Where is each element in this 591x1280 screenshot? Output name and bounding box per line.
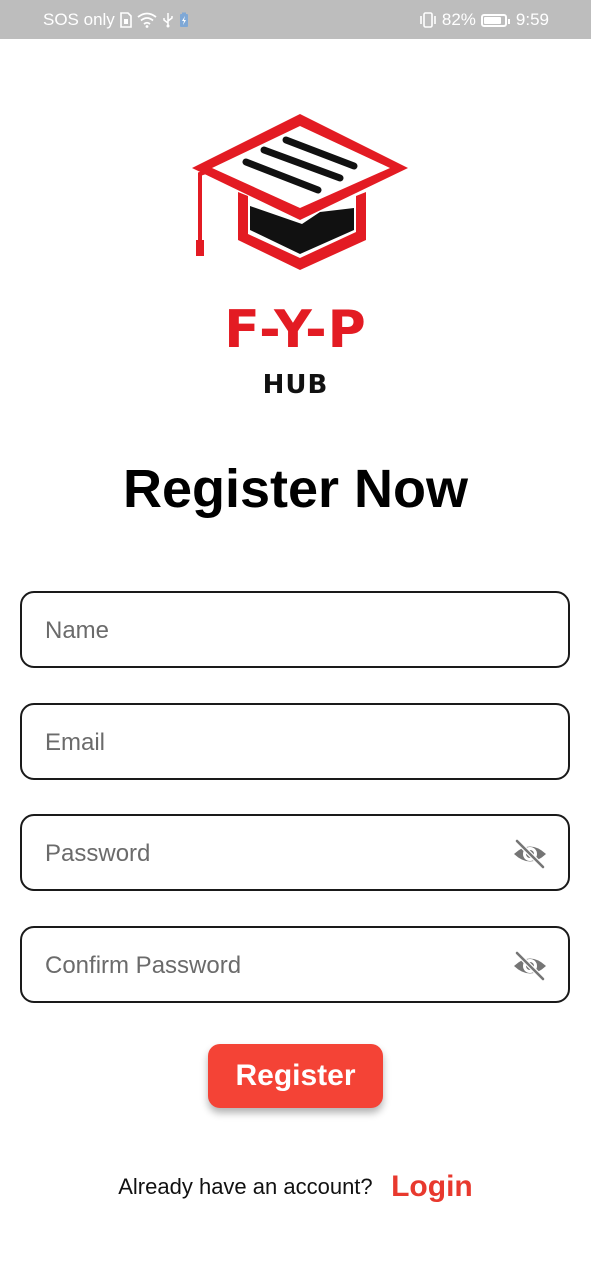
page-title: Register Now xyxy=(122,459,469,519)
eye-off-icon[interactable] xyxy=(512,951,548,981)
eye-off-icon[interactable] xyxy=(512,839,548,869)
battery-saver-icon xyxy=(179,12,188,27)
name-input[interactable] xyxy=(43,593,507,668)
usb-icon xyxy=(163,13,173,28)
password-input[interactable] xyxy=(43,816,507,891)
name-field[interactable] xyxy=(20,591,570,668)
status-left: SOS only xyxy=(43,10,189,30)
status-right: 82% 9:59 xyxy=(419,10,549,30)
brand-subtitle: HUB xyxy=(262,370,329,400)
wifi-icon xyxy=(137,12,157,28)
email-field[interactable] xyxy=(20,703,570,780)
login-prompt-row: Already have an account? Login xyxy=(0,1170,591,1204)
clock: 9:59 xyxy=(515,10,549,29)
carrier-text: SOS only xyxy=(43,10,115,29)
email-input[interactable] xyxy=(43,705,507,780)
confirm-password-field[interactable] xyxy=(20,926,570,1003)
status-bar: SOS only 82% 9:59 xyxy=(0,0,591,39)
sim-icon xyxy=(120,12,132,28)
brand-name: F-Y-P xyxy=(224,300,367,360)
login-link[interactable]: Login xyxy=(391,1170,473,1203)
graduation-cap-logo-icon xyxy=(192,114,408,270)
confirm-password-input[interactable] xyxy=(43,928,507,1003)
battery-percent: 82% xyxy=(441,10,476,29)
battery-icon xyxy=(480,13,510,27)
vibrate-icon xyxy=(420,12,436,28)
register-button[interactable]: Register xyxy=(208,1044,383,1108)
login-prompt-text: Already have an account? xyxy=(118,1174,373,1199)
password-field[interactable] xyxy=(20,814,570,891)
